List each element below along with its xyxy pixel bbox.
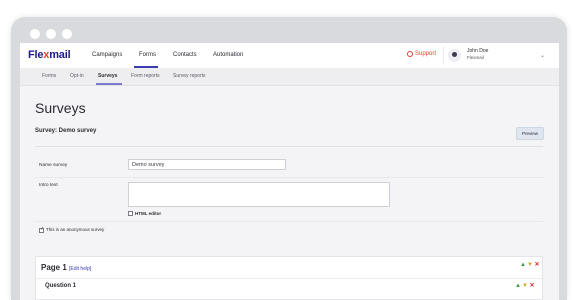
flexmail-logo[interactable]: Flexmail: [28, 49, 71, 61]
html-editor-checkbox[interactable]: [128, 211, 133, 216]
window-controls: [30, 29, 72, 39]
survey-page-card: Page 1 [Edit help] ▲ ▼ ✕ Question 1 ▲ ▼ …: [35, 256, 543, 300]
user-organization: Flexmail: [467, 55, 484, 60]
html-editor-label: HTML editor: [135, 211, 162, 216]
nav-automation[interactable]: Automation: [213, 52, 243, 58]
window-dot-close[interactable]: [30, 29, 40, 39]
question-title: Question 1: [45, 283, 77, 289]
name-survey-input[interactable]: Demo survey: [128, 159, 286, 170]
arrow-down-icon[interactable]: ▼: [527, 262, 533, 268]
intro-text-textarea[interactable]: [128, 182, 390, 207]
anonymous-survey-checkbox[interactable]: [39, 226, 44, 233]
nav-contacts[interactable]: Contacts: [173, 52, 197, 58]
close-icon[interactable]: ✕: [534, 262, 540, 268]
top-navigation: Flexmail Campaigns Forms Contacts Automa…: [20, 43, 559, 69]
anonymous-survey-label: This is an anonymous survey: [46, 227, 105, 232]
edit-help-link[interactable]: [Edit help]: [69, 266, 91, 272]
support-link[interactable]: Support: [407, 51, 436, 57]
intro-text-label: Intro text: [39, 183, 58, 188]
nav-campaigns[interactable]: Campaigns: [92, 52, 122, 58]
question-actions: ▲ ▼ ✕: [515, 283, 535, 289]
app-window: Flexmail Campaigns Forms Contacts Automa…: [20, 43, 559, 300]
page-actions: ▲ ▼ ✕: [520, 262, 540, 268]
subnav-forms[interactable]: Forms: [42, 73, 56, 79]
section-divider: [35, 146, 543, 147]
name-survey-label: Name survey: [39, 163, 68, 168]
preview-button[interactable]: Preview: [516, 127, 544, 140]
nav-divider: [443, 46, 444, 65]
page-title: Surveys: [35, 100, 86, 116]
subnav-surveys[interactable]: Surveys: [98, 73, 117, 79]
subnav-form-reports[interactable]: Form reports: [131, 73, 160, 79]
subnav-active-indicator: [96, 83, 122, 85]
support-label: Support: [415, 51, 437, 57]
arrow-up-icon[interactable]: ▲: [515, 283, 521, 289]
window-dot-minimize[interactable]: [46, 29, 56, 39]
nav-forms[interactable]: Forms: [139, 52, 156, 58]
main-content: Surveys Survey: Demo survey Preview Name…: [20, 86, 559, 300]
row-divider: [35, 177, 543, 178]
user-name: John Doe: [467, 48, 489, 54]
survey-page-title: Page 1: [41, 263, 67, 272]
subnav-opt-in[interactable]: Opt-in: [70, 73, 84, 79]
sub-navigation: Forms Opt-in Surveys Form reports Survey…: [20, 68, 559, 86]
lifebuoy-icon: [407, 51, 413, 57]
row-divider: [35, 221, 543, 222]
close-icon[interactable]: ✕: [529, 283, 535, 289]
arrow-down-icon[interactable]: ▼: [522, 283, 528, 289]
chevron-down-icon[interactable]: ⌄: [540, 52, 545, 59]
card-divider: [36, 278, 542, 279]
arrow-up-icon[interactable]: ▲: [520, 262, 526, 268]
user-icon: [448, 49, 461, 62]
survey-page-heading: Page 1 [Edit help]: [41, 263, 91, 272]
window-dot-maximize[interactable]: [62, 29, 72, 39]
survey-name-heading: Survey: Demo survey: [35, 128, 97, 134]
subnav-survey-reports[interactable]: Survey reports: [173, 73, 206, 79]
